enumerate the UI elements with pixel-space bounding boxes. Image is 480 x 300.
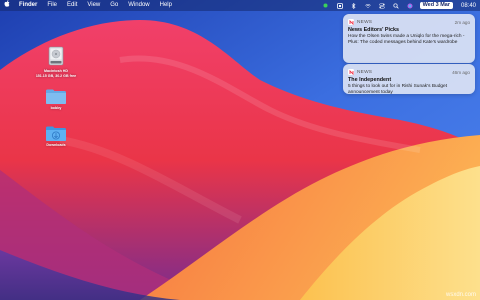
notification-card[interactable]: NEWS 2m ago News Editors' Picks How the … [343,14,475,63]
menu-bar: Finder File Edit View Go Window Help Wed… [0,0,480,11]
status-area: Wed 3 Mar 08:40 [315,0,476,11]
date-display[interactable]: Wed 3 Mar [419,2,453,9]
desktop-icon-macintosh-hd[interactable]: Macintosh HD 151.15 GB, 30.2 GB free [31,46,81,78]
battery-dot-icon[interactable] [323,3,329,9]
clock-display[interactable]: 08:40 [461,3,476,9]
notification-title: News Editors' Picks [348,27,400,33]
downloads-folder-icon [46,126,66,141]
menu-file[interactable]: File [47,0,57,11]
desktop-icon-bobby[interactable]: bobby [31,88,81,111]
watermark: wsxdn.com [445,292,476,298]
menu-edit[interactable]: Edit [67,0,77,11]
notification-app-name: NEWS [357,19,373,25]
bluetooth-icon[interactable] [351,2,357,9]
notification-time: 46m ago [452,69,470,75]
audio-icon[interactable] [336,2,343,9]
menu-help[interactable]: Help [160,0,172,11]
notification-title: The Independent [348,77,392,83]
notification-time: 2m ago [454,19,470,25]
menu-finder[interactable]: Finder [19,0,37,11]
notification-header: NEWS 2m ago [348,18,470,26]
control-center-icon[interactable] [378,3,385,9]
desktop-icon-sublabel: 151.15 GB, 30.2 GB free [35,73,77,78]
desktop: Finder File Edit View Go Window Help Wed… [0,0,480,300]
notification-header: NEWS 46m ago [348,68,470,76]
menu-go[interactable]: Go [110,0,118,11]
desktop-icon-label: Downloads [46,143,66,147]
apple-icon[interactable] [4,0,11,11]
hard-drive-icon [48,46,64,66]
desktop-icon-label: bobby [50,106,62,110]
menu-view[interactable]: View [87,0,100,11]
notification-body: How the Olsen twins made a Uniqlo for th… [348,34,465,45]
wifi-icon[interactable] [364,3,371,9]
folder-icon [46,89,66,104]
notification-body: 5 things to look out for in Rishi Sunak'… [348,84,448,95]
notification-app-name: NEWS [357,69,373,75]
news-app-icon [348,19,354,25]
siri-icon[interactable] [407,3,413,9]
notification-card[interactable]: NEWS 46m ago The Independent 5 things to… [343,64,475,95]
desktop-icon-downloads[interactable]: Downloads [31,125,81,148]
news-app-icon [348,69,354,75]
search-icon[interactable] [393,2,399,9]
menu-window[interactable]: Window [128,0,149,11]
